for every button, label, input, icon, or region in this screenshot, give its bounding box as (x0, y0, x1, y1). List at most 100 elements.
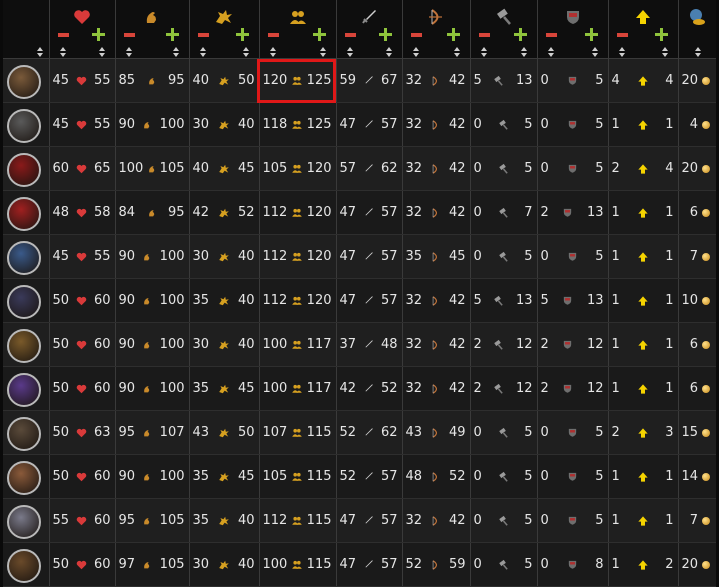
max-value: 125 (306, 73, 332, 88)
mask-icon[interactable] (7, 285, 41, 319)
sort-asc-icon[interactable] (269, 47, 276, 51)
increase-filter-button[interactable] (584, 28, 598, 41)
fists-icon[interactable] (7, 461, 41, 495)
unit-row[interactable]: 45 55 90 100 30 40 112 120 47 57 35 45 0 5 0 5 1 1 7 (3, 234, 716, 279)
decrease-filter-button[interactable] (344, 33, 356, 37)
sort-desc-icon[interactable] (98, 53, 105, 57)
strength-cell: 90 100 (115, 278, 190, 323)
gold-value: 7 (689, 513, 698, 528)
unit-row[interactable]: 50 60 90 100 35 45 100 117 42 52 32 42 2 12 2 12 1 1 6 (3, 366, 716, 411)
decrease-filter-button[interactable] (57, 33, 69, 37)
sort-asc-icon[interactable] (346, 47, 353, 51)
sort-asc-icon[interactable] (242, 47, 249, 51)
unit-row[interactable]: 55 60 95 105 35 40 112 115 47 57 32 42 0 5 0 5 1 1 7 (3, 498, 716, 543)
decrease-filter-button[interactable] (545, 33, 557, 37)
sort-desc-icon[interactable] (172, 53, 179, 57)
level-cell: 11 (608, 190, 679, 235)
purple-dragon-icon[interactable] (7, 373, 41, 407)
sort-asc-icon[interactable] (319, 47, 326, 51)
heart-icon (76, 471, 88, 483)
gauntlet-icon[interactable] (7, 109, 41, 143)
increase-filter-button[interactable] (165, 28, 179, 41)
sort-asc-icon[interactable] (412, 47, 419, 51)
unit-row[interactable]: 50 60 97 105 30 40 100 115 47 57 52 59 0 5 0 8 1 2 20 (3, 542, 716, 587)
jester-icon[interactable] (7, 241, 41, 275)
sort-asc-icon[interactable] (172, 47, 179, 51)
sort-desc-icon[interactable] (319, 53, 326, 57)
sort-desc-icon[interactable] (453, 53, 460, 57)
minotaur-icon[interactable] (7, 549, 41, 583)
increase-filter-button[interactable] (654, 28, 668, 41)
beast-icon[interactable] (7, 417, 41, 451)
decrease-filter-button[interactable] (267, 33, 279, 37)
decrease-filter-button[interactable] (197, 33, 209, 37)
sort-desc-icon[interactable] (269, 53, 276, 57)
sort-desc-icon[interactable] (694, 53, 701, 57)
sort-desc-icon[interactable] (59, 53, 66, 57)
sort-desc-icon[interactable] (125, 53, 132, 57)
sort-asc-icon[interactable] (453, 47, 460, 51)
min-value: 42 (192, 205, 210, 220)
max-value: 42 (448, 161, 466, 176)
heart-icon (76, 119, 88, 131)
red-dragon-icon[interactable] (7, 153, 41, 187)
decrease-filter-button[interactable] (410, 33, 422, 37)
increase-filter-button[interactable] (91, 28, 105, 41)
arrow-up-icon (637, 471, 649, 483)
sort-desc-icon[interactable] (346, 53, 353, 57)
increase-filter-button[interactable] (513, 28, 527, 41)
min-value: 30 (192, 249, 210, 264)
unit-row[interactable]: 50 60 90 100 30 40 100 117 37 48 32 42 2 12 2 12 1 1 6 (3, 322, 716, 367)
sort-asc-icon[interactable] (199, 47, 206, 51)
decrease-filter-button[interactable] (478, 33, 490, 37)
sort-desc-icon[interactable] (480, 53, 487, 57)
sort-desc-icon[interactable] (591, 53, 598, 57)
sort-asc-icon[interactable] (547, 47, 554, 51)
max-value: 5 (524, 557, 533, 572)
unit-row[interactable]: 60 65 100 105 40 45 105 120 57 62 32 42 0 5 0 5 2 4 20 (3, 146, 716, 191)
hand-icon[interactable] (7, 65, 41, 99)
unit-row[interactable]: 50 60 90 100 35 45 105 115 52 57 48 52 0 5 0 5 1 1 14 (3, 454, 716, 499)
sort-asc-icon[interactable] (385, 47, 392, 51)
sort-desc-icon[interactable] (385, 53, 392, 57)
dice-icon[interactable] (7, 197, 41, 231)
arm-icon (146, 163, 158, 175)
sort-asc-icon[interactable] (59, 47, 66, 51)
decrease-filter-button[interactable] (616, 33, 628, 37)
min-value: 105 (262, 161, 288, 176)
min-value: 1 (611, 557, 620, 572)
increase-filter-button[interactable] (312, 28, 326, 41)
increase-filter-button[interactable] (378, 28, 392, 41)
armored-hand-icon[interactable] (7, 505, 41, 539)
increase-filter-button[interactable] (235, 28, 249, 41)
sort-asc-icon[interactable] (98, 47, 105, 51)
unit-row[interactable]: 45 55 85 95 40 50 120 125 59 67 32 42 5 13 0 5 4 4 20 (3, 58, 716, 103)
sort-asc-icon[interactable] (591, 47, 598, 51)
sort-desc-icon[interactable] (199, 53, 206, 57)
sort-desc-icon[interactable] (242, 53, 249, 57)
header-strength (115, 0, 190, 59)
increase-filter-button[interactable] (446, 28, 460, 41)
sort-asc-icon[interactable] (661, 47, 668, 51)
min-value: 2 (540, 205, 549, 220)
sort-asc-icon[interactable] (618, 47, 625, 51)
unit-row[interactable]: 45 55 90 100 30 40 118 125 47 57 32 42 0 5 0 5 1 1 4 (3, 102, 716, 147)
sort-asc-icon[interactable] (480, 47, 487, 51)
unit-row[interactable]: 50 63 95 107 43 50 107 115 52 62 43 49 0 5 0 5 2 3 15 (3, 410, 716, 455)
crossbow-icon[interactable] (7, 329, 41, 363)
sort-asc-icon[interactable] (694, 47, 701, 51)
sort-desc-icon[interactable] (618, 53, 625, 57)
sort-desc-icon[interactable] (547, 53, 554, 57)
sort-desc-icon[interactable] (520, 53, 527, 57)
unit-row[interactable]: 48 58 84 95 42 52 112 120 47 57 32 42 0 7 2 13 1 1 6 (3, 190, 716, 235)
sort-desc-icon[interactable] (37, 53, 43, 57)
sort-desc-icon[interactable] (412, 53, 419, 57)
min-value: 50 (52, 557, 70, 572)
sort-asc-icon[interactable] (37, 47, 43, 51)
sort-asc-icon[interactable] (125, 47, 132, 51)
unit-row[interactable]: 50 60 90 100 35 40 112 120 47 57 32 42 5 13 5 13 1 1 10 (3, 278, 716, 323)
decrease-filter-button[interactable] (123, 33, 135, 37)
armor-cell: 05 (470, 542, 538, 587)
sort-asc-icon[interactable] (520, 47, 527, 51)
sort-desc-icon[interactable] (661, 53, 668, 57)
